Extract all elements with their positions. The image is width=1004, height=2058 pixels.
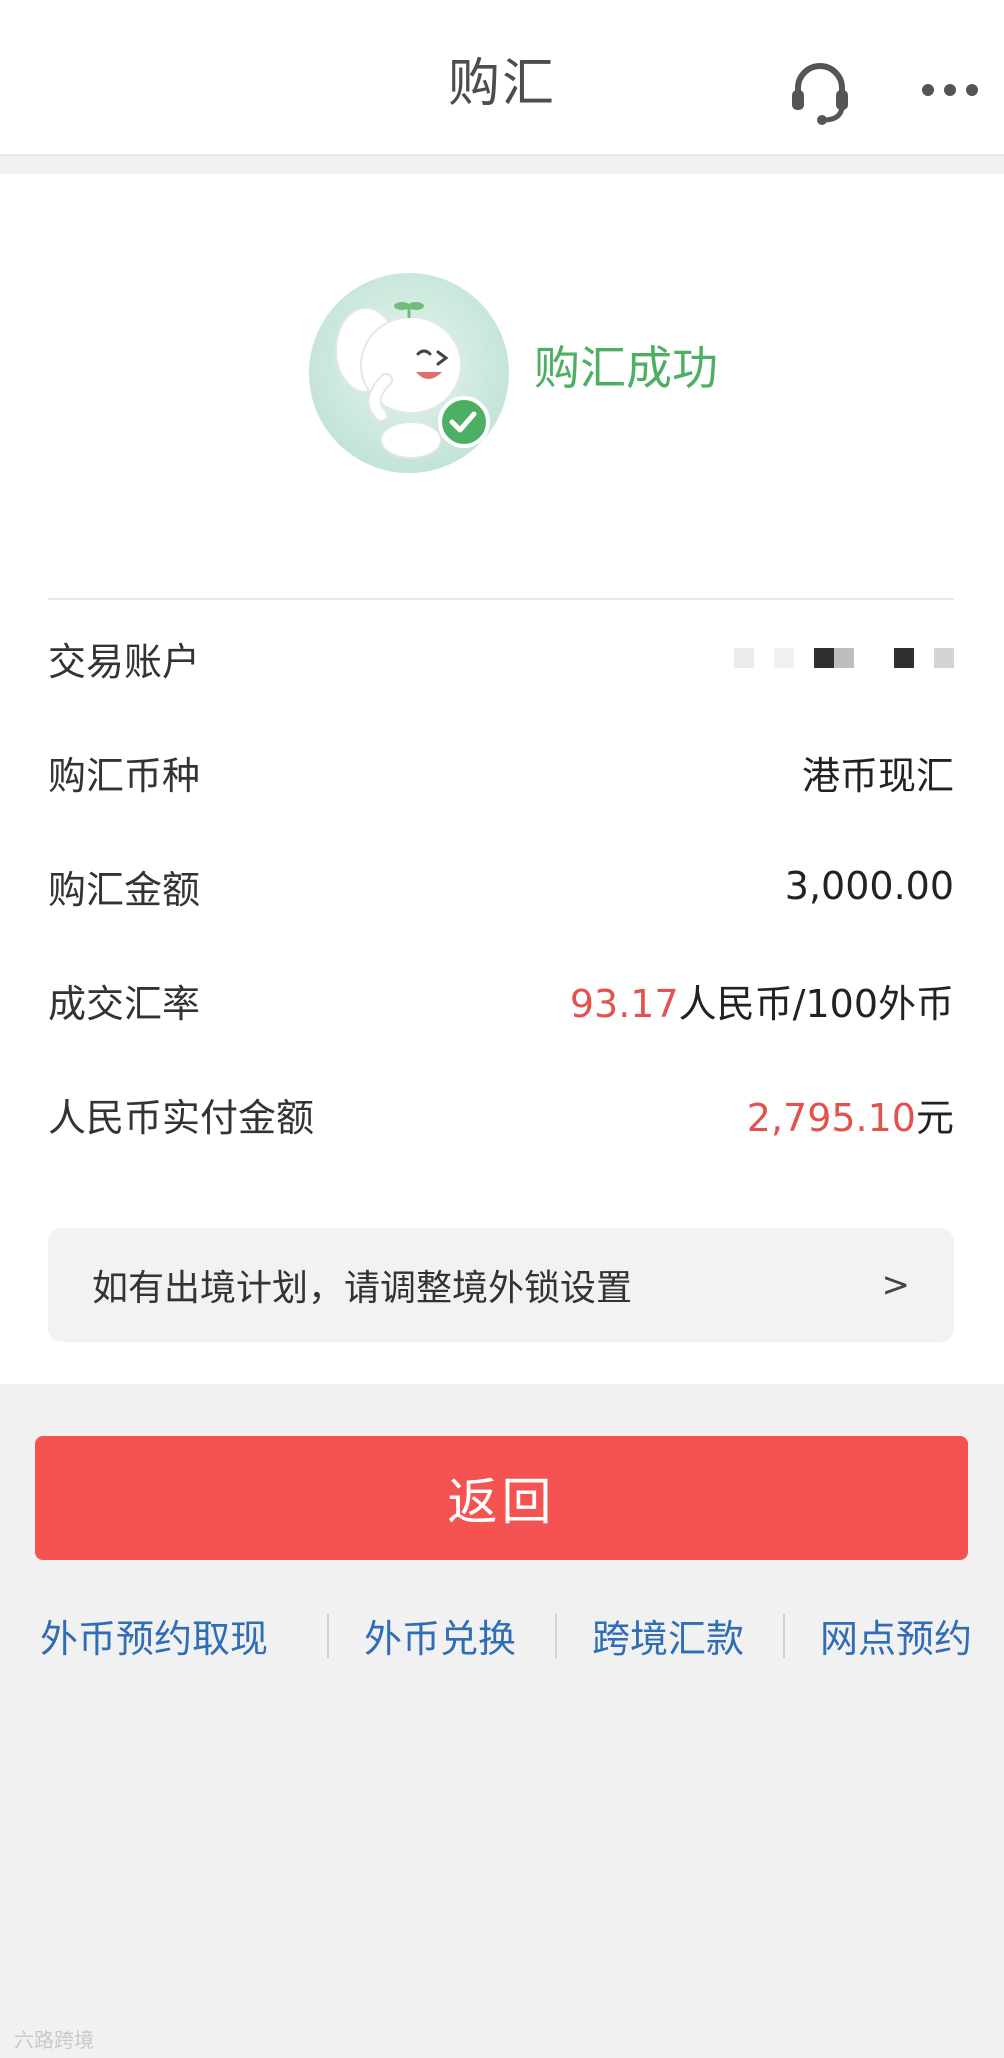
- link-cross-border-remittance[interactable]: 跨境汇款: [592, 1600, 744, 1670]
- more-icon[interactable]: [910, 50, 990, 130]
- elephant-mascot-check-icon: [306, 270, 512, 476]
- success-banner: 购汇成功: [306, 270, 726, 490]
- detail-label: 购汇金额: [48, 867, 201, 912]
- chevron-right-icon: >: [881, 1265, 911, 1305]
- paid-amount: 2,795.10: [746, 1095, 916, 1140]
- overseas-lock-tip[interactable]: 如有出境计划，请调整境外锁设置 >: [48, 1228, 954, 1342]
- detail-value: 港币现汇: [801, 753, 954, 798]
- rate-unit: 人民币/100外币: [678, 981, 954, 1026]
- detail-label: 购汇币种: [48, 753, 201, 798]
- detail-value: 93.17人民币/100外币: [570, 973, 954, 1028]
- detail-row-rmb-paid: 人民币实付金额 2,795.10元: [48, 1084, 954, 1144]
- watermark: 六路跨境: [14, 2028, 94, 2052]
- rate-value: 93.17: [569, 981, 679, 1026]
- quick-links: 外币预约取现 外币兑换 跨境汇款 网点预约: [0, 1600, 1004, 1670]
- divider: [48, 598, 954, 600]
- link-branch-reservation[interactable]: 网点预约: [820, 1600, 972, 1670]
- result-card: 购汇成功 交易账户 购汇币种 港币现汇 购汇金额 3,000.00 成交汇率 9…: [0, 174, 1004, 1384]
- link-foreign-cash-reservation[interactable]: 外币预约取现: [40, 1600, 268, 1670]
- link-separator: [327, 1614, 329, 1658]
- detail-row-amount: 购汇金额 3,000.00: [48, 856, 954, 916]
- detail-label: 成交汇率: [48, 981, 201, 1026]
- link-currency-exchange[interactable]: 外币兑换: [364, 1600, 516, 1670]
- return-button[interactable]: 返回: [35, 1436, 968, 1560]
- success-status-text: 购汇成功: [534, 341, 718, 395]
- paid-unit: 元: [915, 1095, 954, 1140]
- masked-account-value: [734, 648, 954, 668]
- tip-text: 如有出境计划，请调整境外锁设置: [92, 1268, 633, 1309]
- header-gap: [0, 158, 1004, 174]
- link-separator: [783, 1614, 785, 1658]
- detail-row-account: 交易账户: [48, 628, 954, 688]
- link-separator: [555, 1614, 557, 1658]
- top-navigation-bar: 购汇: [0, 0, 1004, 156]
- detail-label: 人民币实付金额: [48, 1095, 315, 1140]
- detail-label: 交易账户: [48, 639, 201, 684]
- detail-value: 3,000.00: [784, 864, 954, 908]
- detail-row-rate: 成交汇率 93.17人民币/100外币: [48, 970, 954, 1030]
- headset-icon[interactable]: [780, 50, 860, 130]
- detail-row-currency: 购汇币种 港币现汇: [48, 742, 954, 802]
- detail-value: 2,795.10元: [747, 1087, 954, 1142]
